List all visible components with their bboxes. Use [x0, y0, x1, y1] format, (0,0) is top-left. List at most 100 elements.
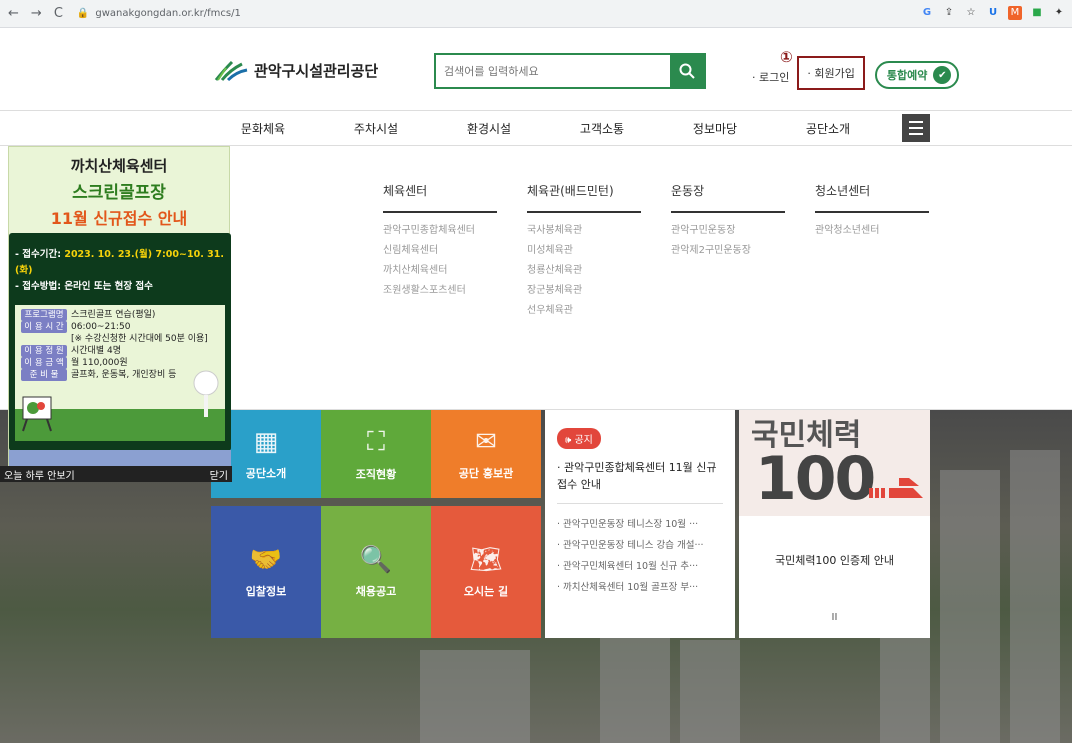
tile-recruit[interactable]: 🔍 채용공고 [321, 506, 431, 638]
notice-headline[interactable]: · 관악구민종합체육센터 11월 신규접수 안내 [557, 459, 723, 504]
mega-col-head[interactable]: 청소년센터 [815, 182, 929, 213]
browser-nav: ← → C [0, 6, 63, 21]
row-label: 이 용 금 액 [21, 357, 67, 369]
nav-culture-sports[interactable]: 문화체육 [207, 111, 319, 147]
mega-col-head[interactable]: 체육센터 [383, 182, 497, 213]
notice-item[interactable]: · 까치산체육센터 10월 골프장 부··· [557, 577, 723, 598]
tile-label: 조직현황 [355, 467, 397, 481]
reload-icon[interactable]: C [54, 6, 63, 21]
golf-ball-icon [193, 370, 219, 417]
pause-icon[interactable]: II [739, 612, 930, 623]
nav-environment[interactable]: 환경시설 [433, 111, 545, 147]
tile-organization[interactable]: ⛶ 조직현황 [321, 410, 431, 498]
row-value: 스크린골프 연습(평일) [71, 310, 156, 320]
lock-icon: 🔒 [76, 8, 90, 19]
mega-link[interactable]: 조원생활스포츠센터 [383, 281, 497, 301]
fitness100-banner[interactable]: 국민체력 100 국민체력100 인증제 안내 II [739, 410, 930, 638]
mega-link[interactable]: 관악청소년센터 [815, 221, 929, 241]
row-label: 프로그램명 [21, 309, 67, 321]
nav-info[interactable]: 정보마당 [659, 111, 771, 147]
site-logo[interactable]: 관악구시설관리공단 [214, 58, 378, 82]
mega-link[interactable]: 관악구민운동장 [671, 221, 785, 241]
speed-stripes-icon [869, 478, 923, 498]
hide-today-link[interactable]: 오늘 하루 안보기 [4, 467, 75, 482]
mega-col-head[interactable]: 체육관(배드민턴) [527, 182, 641, 213]
mega-link[interactable]: 까치산체육센터 [383, 261, 497, 281]
extension-icons: G ⇪ ☆ U M ■ ✦ [920, 6, 1066, 20]
mega-col-gym: 체육관(배드민턴) 국사봉체육관 미성체육관 청룡산체육관 장군봉체육관 선우체… [527, 182, 641, 321]
popup-period: - 접수기간: 2023. 10. 23.(월) 7:00~10. 31.(화) [15, 247, 225, 279]
google-icon[interactable]: G [920, 6, 934, 20]
popup-method: - 접수방법: 온라인 또는 현장 접수 [15, 281, 153, 292]
mega-link[interactable]: 미성체육관 [527, 241, 641, 261]
nav-about[interactable]: 공단소개 [772, 111, 884, 147]
mega-link[interactable]: 선우체육관 [527, 301, 641, 321]
login-link[interactable]: · 로그인 [752, 69, 789, 85]
tile-label: 오시는 길 [463, 585, 509, 598]
extension-m-icon[interactable]: M [1008, 6, 1022, 20]
tile-directions[interactable]: 🗺 오시는 길 [431, 506, 541, 638]
tile-bid[interactable]: 🤝 입찰정보 [211, 506, 321, 638]
hamburger-menu-icon[interactable] [902, 114, 930, 142]
notice-item[interactable]: · 관악구민운동장 테니스장 10월 ··· [557, 514, 723, 535]
search-person-icon: 🔍 [359, 545, 393, 575]
row-label-empty [21, 333, 67, 345]
extension-square-icon[interactable]: ■ [1030, 6, 1044, 20]
mega-link[interactable]: 신림체육센터 [383, 241, 497, 261]
tile-pr[interactable]: ✉ 공단 홍보관 [431, 410, 541, 498]
notice-panel: 🕪 공지 · 관악구민종합체육센터 11월 신규접수 안내 · 관악구민운동장 … [545, 410, 735, 638]
popup-title-3: 11월 신규접수 안내 [50, 209, 188, 228]
notice-badge[interactable]: 🕪 공지 [557, 428, 601, 449]
main-navigation: 문화체육 주차시설 환경시설 고객소통 정보마당 공단소개 [0, 110, 1072, 146]
mega-link[interactable]: 관악구민종합체육센터 [383, 221, 497, 241]
row-value: 시간대별 4명 [71, 346, 121, 356]
search-box [434, 53, 706, 89]
row-value: 월 110,000원 [71, 358, 128, 368]
mega-col-youth: 청소년센터 관악청소년센터 [815, 182, 929, 241]
row-value: [※ 수강신청한 시간대에 50분 이용] [71, 334, 208, 344]
signup-link[interactable]: · 회원가입 [797, 56, 865, 90]
row-label: 이 용 정 원 [21, 345, 67, 357]
row-value: 06:00~21:50 [71, 322, 131, 332]
search-input[interactable] [436, 55, 670, 87]
row-label: 준 비 물 [21, 369, 67, 381]
building-icon: ▦ [253, 427, 279, 457]
tile-label: 공단소개 [245, 467, 287, 480]
browser-toolbar: ← → C 🔒 gwanakgongdan.or.kr/fmcs/1 G ⇪ ☆… [0, 0, 1072, 28]
utility-links: · 로그인 · 회원가입 통합예약 ✔ [752, 56, 960, 90]
mega-col-head[interactable]: 운동장 [671, 182, 785, 213]
back-icon[interactable]: ← [8, 6, 19, 21]
check-icon: ✔ [933, 66, 952, 84]
nav-customer[interactable]: 고객소통 [546, 111, 658, 147]
share-icon[interactable]: ⇪ [942, 6, 956, 20]
extension-u-icon[interactable]: U [986, 6, 1000, 20]
fitness-title-big: 100 [755, 444, 876, 514]
mega-col-stadium: 운동장 관악구민운동장 관악제2구민운동장 [671, 182, 785, 261]
popup-footer-strip [9, 450, 231, 467]
url-text: gwanakgongdan.or.kr/fmcs/1 [95, 8, 241, 19]
org-chart-icon: ⛶ [366, 426, 386, 457]
address-bar[interactable]: 🔒 gwanakgongdan.or.kr/fmcs/1 [77, 8, 241, 19]
notice-item[interactable]: · 관악구민체육센터 10월 신규 추··· [557, 556, 723, 577]
popup-close-bar: 오늘 하루 안보기 닫기 [0, 466, 232, 482]
mega-link[interactable]: 관악제2구민운동장 [671, 241, 785, 261]
booking-label: 통합예약 [886, 69, 928, 82]
search-button[interactable] [670, 55, 704, 87]
mega-link[interactable]: 청룡산체육관 [527, 261, 641, 281]
notice-item[interactable]: · 관악구민운동장 테니스 강습 개설··· [557, 535, 723, 556]
extensions-puzzle-icon[interactable]: ✦ [1052, 6, 1066, 20]
forward-icon[interactable]: → [31, 6, 42, 21]
popup-close-button[interactable]: 닫기 [210, 467, 228, 482]
mega-link[interactable]: 국사봉체육관 [527, 221, 641, 241]
tile-label: 공단 홍보관 [458, 467, 514, 480]
logo-leaf-icon [214, 58, 248, 82]
fitness100-graphic: 국민체력 100 [739, 410, 930, 516]
integrated-booking-button[interactable]: 통합예약 ✔ [874, 61, 960, 89]
site-header: 관악구시설관리공단 ① · 로그인 · 회원가입 통합예약 ✔ [0, 28, 1072, 110]
search-icon [679, 63, 695, 79]
row-label: 이 용 시 간 [21, 321, 67, 333]
mega-link[interactable]: 장군봉체육관 [527, 281, 641, 301]
map-icon: 🗺 [469, 545, 503, 575]
bookmark-star-icon[interactable]: ☆ [964, 6, 978, 20]
nav-parking[interactable]: 주차시설 [320, 111, 432, 147]
